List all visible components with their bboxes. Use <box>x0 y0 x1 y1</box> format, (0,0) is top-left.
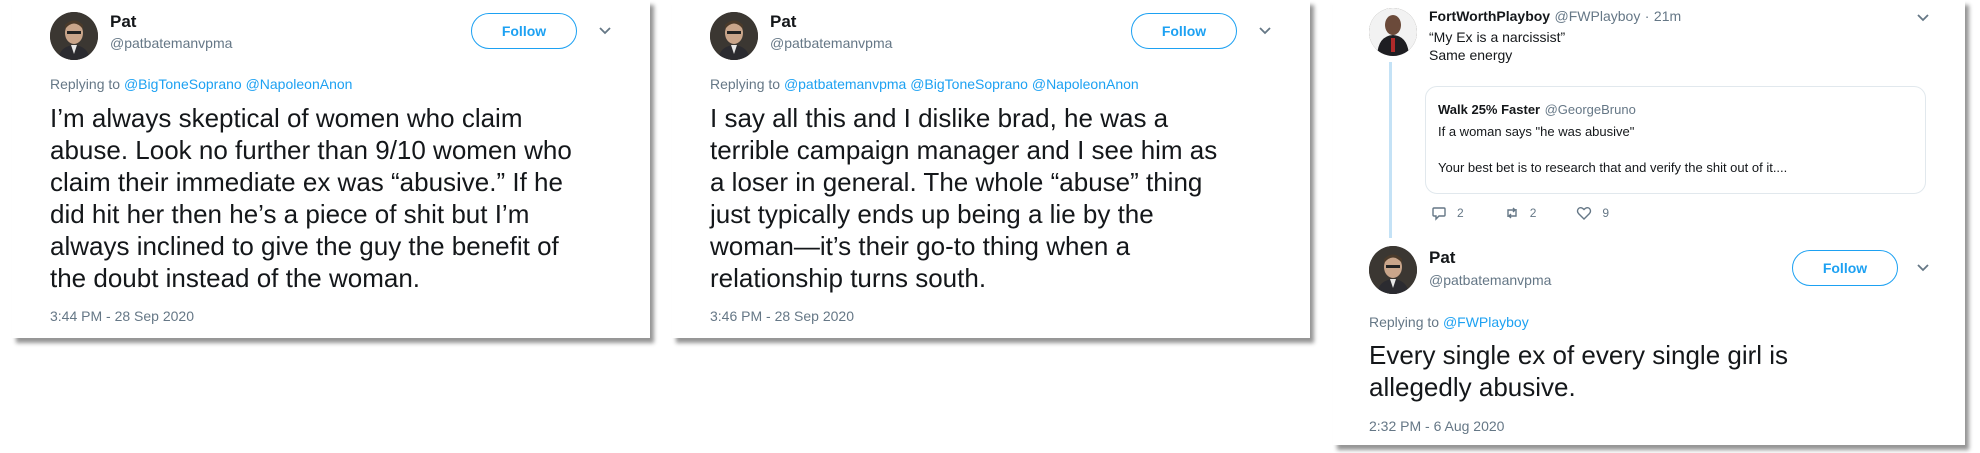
parent-tweet-line: “My Ex is a narcissist” <box>1429 29 1566 45</box>
quoted-tweet-line: Your best bet is to research that and ve… <box>1438 160 1788 175</box>
author-name[interactable]: Pat <box>770 12 796 32</box>
author-handle[interactable]: @patbatemanvpma <box>110 35 232 51</box>
parent-author-name[interactable]: FortWorthPlayboy <box>1429 8 1550 24</box>
tweet-text-line: just typically ends up being a lie by th… <box>710 199 1154 229</box>
tweet-text-line: I’m always skeptical of women who claim <box>50 103 523 133</box>
replying-prefix: Replying to <box>1369 314 1440 330</box>
avatar-portrait-icon <box>1369 246 1417 294</box>
avatar[interactable] <box>1369 8 1417 56</box>
tweet-text: Every single ex of every single girl is … <box>1369 339 1788 403</box>
parent-tweet-age[interactable]: 21m <box>1654 8 1681 24</box>
thread-line <box>1389 62 1392 238</box>
reply-icon <box>1432 207 1446 221</box>
quoted-tweet[interactable]: Walk 25% Faster @GeorgeBruno If a woman … <box>1425 86 1926 194</box>
avatar[interactable] <box>50 12 98 60</box>
mention-link[interactable]: @NapoleonAnon <box>246 76 353 92</box>
tweet-text-line: did hit her then he’s a piece of shit bu… <box>50 199 530 229</box>
mention-link[interactable]: @BigToneSoprano <box>910 76 1028 92</box>
quoted-tweet-header: Walk 25% Faster @GeorgeBruno <box>1438 101 1636 119</box>
chevron-down-icon[interactable] <box>1255 21 1275 41</box>
replying-prefix: Replying to <box>50 76 121 92</box>
tweet-text-line: claim their immediate ex was “abusive.” … <box>50 167 563 197</box>
tweet-timestamp[interactable]: 3:46 PM - 28 Sep 2020 <box>710 308 854 324</box>
mention-link[interactable]: @BigToneSoprano <box>124 76 242 92</box>
heart-icon <box>1577 207 1592 220</box>
quoted-author-handle: @GeorgeBruno <box>1544 102 1636 117</box>
follow-button[interactable]: Follow <box>471 13 577 49</box>
tweet-actions: 2 2 9 <box>1431 205 1649 221</box>
replying-to: Replying to @BigToneSoprano @NapoleonAno… <box>50 76 352 92</box>
tweet-text: I say all this and I dislike brad, he wa… <box>710 102 1217 294</box>
parent-tweet-line: Same energy <box>1429 47 1513 63</box>
tweet-text: I’m always skeptical of women who claim … <box>50 102 572 294</box>
mention-link[interactable]: @NapoleonAnon <box>1032 76 1139 92</box>
author-handle[interactable]: @patbatemanvpma <box>770 35 892 51</box>
tweet-text-line: allegedly abusive. <box>1369 372 1576 402</box>
tweet-card-1: Pat @patbatemanvpma Follow Replying to @… <box>12 0 650 338</box>
mention-link[interactable]: @FWPlayboy <box>1443 314 1529 330</box>
parent-author-handle[interactable]: @FWPlayboy <box>1555 8 1641 24</box>
author-handle[interactable]: @patbatemanvpma <box>1429 272 1551 288</box>
parent-tweet-header: FortWorthPlayboy @FWPlayboy · 21m <box>1429 8 1681 26</box>
tweet-text-line: woman—it’s their go-to thing when a <box>710 231 1131 261</box>
tweet-card-2: Pat @patbatemanvpma Follow Replying to @… <box>672 0 1310 338</box>
tweet-text-line: the doubt instead of the woman. <box>50 263 421 293</box>
reply-count: 2 <box>1457 206 1464 220</box>
replying-to: Replying to @patbatemanvpma @BigToneSopr… <box>710 76 1139 92</box>
follow-button[interactable]: Follow <box>1131 13 1237 49</box>
quoted-tweet-line: If a woman says "he was abusive" <box>1438 124 1635 139</box>
avatar-portrait-icon <box>710 12 758 60</box>
replying-prefix: Replying to <box>710 76 781 92</box>
like-action[interactable]: 9 <box>1576 205 1609 221</box>
tweet-card-3: FortWorthPlayboy @FWPlayboy · 21m “My Ex… <box>1333 0 1965 445</box>
author-name[interactable]: Pat <box>110 12 136 32</box>
tweet-text-line: a loser in general. The whole “abuse” th… <box>710 167 1203 197</box>
avatar[interactable] <box>1369 246 1417 294</box>
avatar[interactable] <box>710 12 758 60</box>
chevron-down-icon[interactable] <box>1913 258 1933 278</box>
parent-tweet-text: “My Ex is a narcissist” Same energy <box>1429 28 1565 64</box>
tweet-text-line: Every single ex of every single girl is <box>1369 340 1789 370</box>
tweet-text-line: always inclined to give the guy the bene… <box>50 231 559 261</box>
author-name[interactable]: Pat <box>1429 248 1455 268</box>
chevron-down-icon[interactable] <box>595 21 615 41</box>
follow-button[interactable]: Follow <box>1792 250 1898 286</box>
like-count: 9 <box>1602 206 1610 220</box>
retweet-icon <box>1506 207 1517 219</box>
tweet-text-line: terrible campaign manager and I see him … <box>710 135 1218 165</box>
quoted-author-name: Walk 25% Faster <box>1438 102 1541 117</box>
chevron-down-icon[interactable] <box>1913 8 1933 28</box>
meta-separator: · <box>1644 8 1650 24</box>
replying-to: Replying to @FWPlayboy <box>1369 314 1529 330</box>
tweet-text-line: abuse. Look no further than 9/10 women w… <box>50 135 572 165</box>
retweet-action[interactable]: 2 <box>1504 205 1537 221</box>
reply-action[interactable]: 2 <box>1431 205 1464 221</box>
retweet-count: 2 <box>1529 206 1537 220</box>
mention-link[interactable]: @patbatemanvpma <box>784 76 906 92</box>
tweet-text-line: I say all this and I dislike brad, he wa… <box>710 103 1169 133</box>
tweet-text-line: relationship turns south. <box>710 263 987 293</box>
tweet-timestamp[interactable]: 3:44 PM - 28 Sep 2020 <box>50 308 194 324</box>
tweet-timestamp[interactable]: 2:32 PM - 6 Aug 2020 <box>1369 418 1504 434</box>
avatar-portrait-icon <box>50 12 98 60</box>
avatar-portrait-icon <box>1369 8 1417 56</box>
